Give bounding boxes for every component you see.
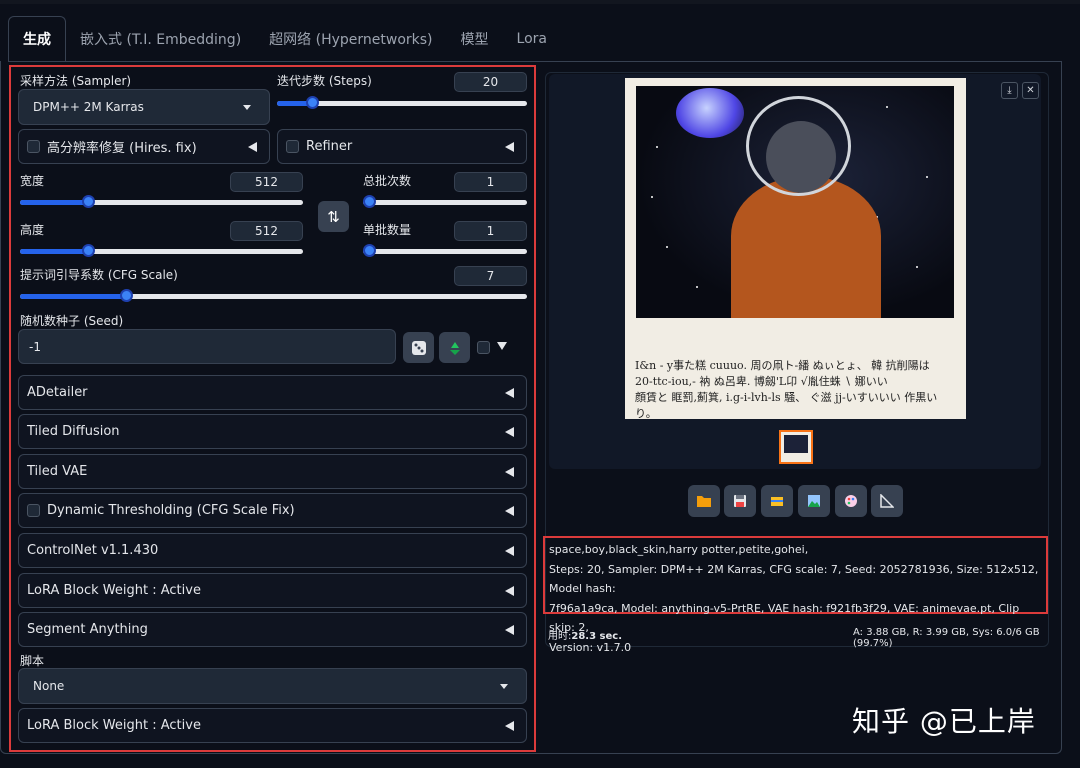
steps-label: 迭代步数 (Steps) xyxy=(277,74,372,88)
batch-size-slider[interactable] xyxy=(363,244,527,258)
accordion-label: Segment Anything xyxy=(27,622,148,637)
chevron-down-icon xyxy=(500,684,508,689)
folder-icon[interactable] xyxy=(688,485,720,517)
steps-input[interactable]: 20 xyxy=(454,72,527,92)
refiner-checkbox[interactable] xyxy=(286,140,299,153)
sampler-value: DPM++ 2M Karras xyxy=(33,100,144,114)
batch-count-input[interactable]: 1 xyxy=(454,172,527,192)
accordion-lora-block-weight-script[interactable]: LoRA Block Weight : Active xyxy=(18,708,527,743)
sampler-label: 采样方法 (Sampler) xyxy=(20,74,132,88)
tab-hypernetworks[interactable]: 超网络 (Hypernetworks) xyxy=(255,16,446,62)
accordion-lora-block-weight[interactable]: LoRA Block Weight : Active xyxy=(18,573,527,608)
extra-seed-checkbox[interactable] xyxy=(477,341,490,354)
accordion-label: Tiled VAE xyxy=(27,464,88,479)
dynamic-thresholding-checkbox[interactable] xyxy=(27,504,40,517)
steps-slider[interactable] xyxy=(277,96,527,110)
cfg-label: 提示词引导系数 (CFG Scale) xyxy=(20,268,178,282)
script-value: None xyxy=(33,679,65,693)
gallery-thumbnail[interactable] xyxy=(779,430,813,464)
height-label: 高度 xyxy=(20,223,45,237)
hires-checkbox[interactable] xyxy=(27,140,40,153)
script-label: 脚本 xyxy=(20,654,45,668)
width-slider[interactable] xyxy=(20,195,303,209)
batch-count-label: 总批次数 xyxy=(363,174,412,188)
zip-icon[interactable] xyxy=(761,485,793,517)
collapse-triangle-icon[interactable] xyxy=(248,142,257,152)
tab-model[interactable]: 模型 xyxy=(447,16,503,62)
seed-input[interactable]: -1 xyxy=(18,329,396,364)
watermark: 知乎 @已上岸 xyxy=(852,705,1036,738)
collapse-triangle-icon[interactable] xyxy=(505,467,514,477)
recycle-icon[interactable] xyxy=(439,332,470,363)
refiner-label: Refiner xyxy=(306,139,353,154)
send-to-extras-icon[interactable] xyxy=(871,485,903,517)
time-taken: 用时:28.3 sec. xyxy=(548,631,622,642)
sampler-select[interactable]: DPM++ 2M Karras xyxy=(18,89,270,125)
info-prompt: space,boy,black_skin,harry potter,petite… xyxy=(549,543,809,556)
batch-size-input[interactable]: 1 xyxy=(454,221,527,241)
accordion-adetailer[interactable]: ADetailer xyxy=(18,375,527,410)
close-icon[interactable]: ✕ xyxy=(1022,82,1039,99)
refiner-toggle[interactable]: Refiner xyxy=(277,129,527,164)
tab-divider xyxy=(8,61,1062,62)
dice-icon[interactable] xyxy=(403,332,434,363)
collapse-triangle-icon[interactable] xyxy=(505,721,514,731)
tab-lora[interactable]: Lora xyxy=(503,16,561,62)
accordion-segment-anything[interactable]: Segment Anything xyxy=(18,612,527,647)
tab-bar: 生成 嵌入式 (T.I. Embedding) 超网络 (Hypernetwor… xyxy=(8,16,561,62)
memory-stats: A: 3.88 GB, R: 3.99 GB, Sys: 6.0/6 GB (9… xyxy=(853,627,1040,649)
batch-count-slider[interactable] xyxy=(363,195,527,209)
collapse-triangle-icon[interactable] xyxy=(505,546,514,556)
handwritten-caption: I&n - y事た糕 cuuuo. 周の凧ト-繙 ぬぃとょ、 韓 抗削陽は 20… xyxy=(635,359,938,420)
seed-label: 随机数种子 (Seed) xyxy=(20,314,124,328)
accordion-label: LoRA Block Weight : Active xyxy=(27,718,201,733)
tab-generate[interactable]: 生成 xyxy=(8,16,66,62)
collapse-triangle-icon[interactable] xyxy=(505,625,514,635)
collapse-triangle-icon[interactable] xyxy=(505,586,514,596)
tab-embedding[interactable]: 嵌入式 (T.I. Embedding) xyxy=(66,16,255,62)
script-select[interactable]: None xyxy=(18,668,527,704)
hires-fix-toggle[interactable]: 高分辨率修复 (Hires. fix) xyxy=(18,129,270,164)
collapse-triangle-icon[interactable] xyxy=(505,142,514,152)
image-scene xyxy=(636,86,954,318)
top-bar xyxy=(0,0,1080,4)
save-icon[interactable] xyxy=(724,485,756,517)
accordion-dynamic-thresholding[interactable]: Dynamic Thresholding (CFG Scale Fix) xyxy=(18,493,527,528)
generation-info: space,boy,black_skin,harry potter,petite… xyxy=(543,536,1048,654)
accordion-controlnet[interactable]: ControlNet v1.1.430 xyxy=(18,533,527,568)
hires-label: 高分辨率修复 (Hires. fix) xyxy=(47,141,197,156)
height-slider[interactable] xyxy=(20,244,303,258)
accordion-label: Tiled Diffusion xyxy=(27,424,120,439)
accordion-label: Dynamic Thresholding (CFG Scale Fix) xyxy=(47,503,295,518)
cfg-slider[interactable] xyxy=(20,289,527,303)
width-label: 宽度 xyxy=(20,174,45,188)
accordion-label: ADetailer xyxy=(27,385,88,400)
send-to-inpaint-icon[interactable] xyxy=(835,485,867,517)
cfg-input[interactable]: 7 xyxy=(454,266,527,286)
width-input[interactable]: 512 xyxy=(230,172,303,192)
character-helmet xyxy=(746,96,851,196)
generated-image[interactable]: I&n - y事た糕 cuuuo. 周の凧ト-繙 ぬぃとょ、 韓 抗削陽は 20… xyxy=(625,78,966,420)
chevron-down-icon xyxy=(243,105,251,110)
send-to-img2img-icon[interactable] xyxy=(798,485,830,517)
height-input[interactable]: 512 xyxy=(230,221,303,241)
expand-triangle-icon[interactable] xyxy=(497,342,507,350)
accordion-label: ControlNet v1.1.430 xyxy=(27,543,159,558)
character-body xyxy=(731,176,881,318)
collapse-triangle-icon[interactable] xyxy=(505,506,514,516)
accordion-label: LoRA Block Weight : Active xyxy=(27,583,201,598)
accordion-tiled-diffusion[interactable]: Tiled Diffusion xyxy=(18,414,527,449)
collapse-triangle-icon[interactable] xyxy=(505,427,514,437)
swap-dimensions-icon[interactable]: ⇅ xyxy=(318,201,349,232)
accordion-tiled-vae[interactable]: Tiled VAE xyxy=(18,454,527,489)
planet xyxy=(676,88,744,138)
download-icon[interactable]: ⤓ xyxy=(1001,82,1018,99)
info-params: Steps: 20, Sampler: DPM++ 2M Karras, CFG… xyxy=(549,562,1039,596)
batch-size-label: 单批数量 xyxy=(363,223,412,237)
collapse-triangle-icon[interactable] xyxy=(505,388,514,398)
